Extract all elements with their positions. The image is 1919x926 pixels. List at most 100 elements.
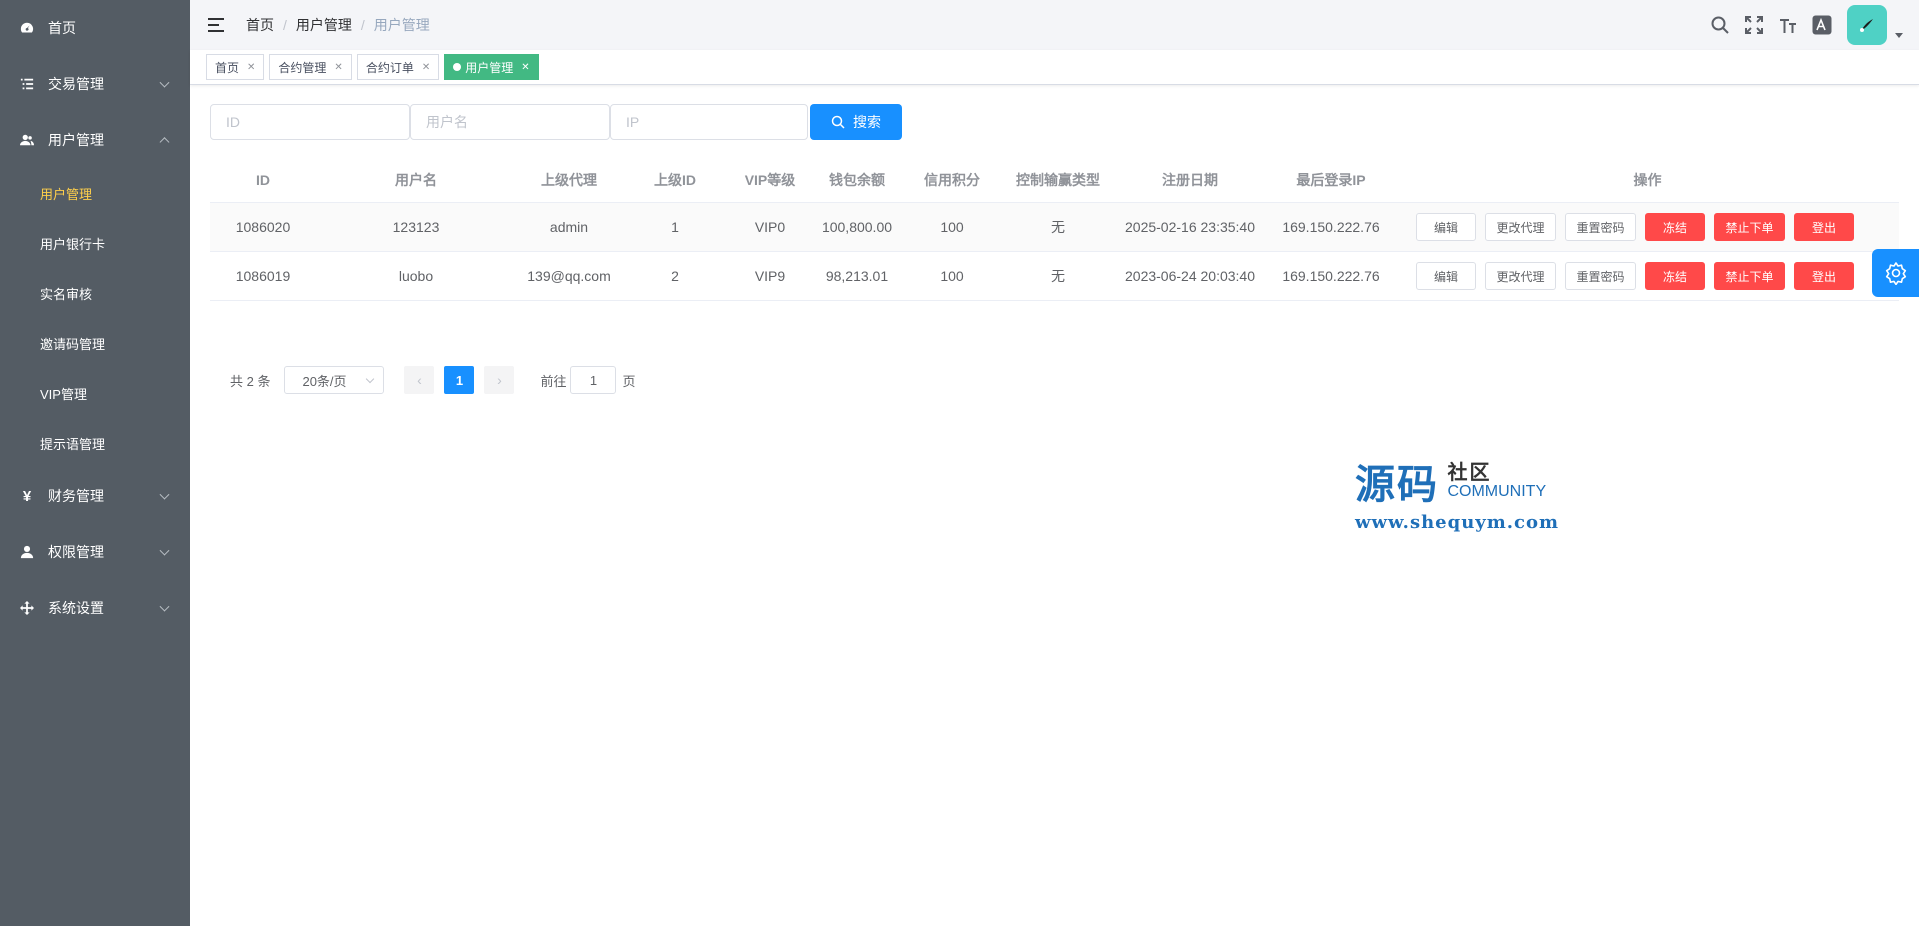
column-header[interactable]: 控制输赢类型: [1002, 170, 1114, 190]
sidebar-item-home[interactable]: 首页: [0, 0, 190, 56]
active-dot-icon: [453, 63, 462, 71]
column-header[interactable]: 用户名: [316, 170, 516, 190]
ip-input[interactable]: [610, 104, 808, 140]
breadcrumb-separator: /: [360, 17, 365, 33]
sidebar-item-label: 权限管理: [48, 544, 104, 560]
id-input[interactable]: [210, 104, 410, 140]
tag-label: 首页: [215, 60, 240, 75]
cell-credit: 100: [940, 219, 964, 235]
cell-control-type: 无: [1051, 219, 1065, 235]
cell-balance: 98,213.01: [825, 268, 889, 284]
translate-icon[interactable]: [1811, 14, 1833, 36]
cell-register-date: 2025-02-16 23:35:40: [1125, 219, 1255, 235]
goto-page-input[interactable]: [570, 366, 617, 394]
reset-password-button[interactable]: 重置密码: [1565, 262, 1636, 290]
cell-agent-id: 1: [671, 219, 679, 235]
column-header[interactable]: 钱包余额: [812, 170, 902, 190]
close-icon[interactable]: ✕: [334, 62, 342, 73]
cross-arrows-icon: [20, 601, 34, 615]
edit-button[interactable]: 编辑: [1416, 262, 1476, 290]
column-header[interactable]: 信用积分: [902, 170, 1002, 190]
next-page-button[interactable]: ›: [484, 366, 515, 394]
prev-page-button[interactable]: ‹: [404, 366, 435, 394]
ban-order-button[interactable]: 禁止下单: [1714, 213, 1785, 241]
logout-button[interactable]: 登出: [1794, 262, 1854, 290]
username-input[interactable]: [410, 104, 610, 140]
caret-down-icon[interactable]: [1895, 32, 1903, 38]
search-button-label: 搜索: [853, 114, 881, 130]
sidebar-item-trade[interactable]: 交易管理: [0, 56, 190, 112]
avatar[interactable]: [1847, 5, 1887, 45]
search-form: 搜索: [210, 104, 902, 140]
reset-password-button[interactable]: 重置密码: [1565, 213, 1636, 241]
sidebar-item-users[interactable]: 用户管理: [0, 112, 190, 168]
gear-icon: [1885, 262, 1906, 285]
breadcrumb-item[interactable]: 首页: [246, 15, 274, 35]
settings-button[interactable]: [1872, 249, 1919, 297]
page-size-value: 20条/页: [302, 373, 347, 389]
font-size-icon[interactable]: [1777, 14, 1799, 36]
fullscreen-icon[interactable]: [1743, 14, 1765, 36]
sidebar-item-label: 系统设置: [48, 600, 104, 616]
cell-actions: 编辑 更改代理 重置密码 冻结 禁止下单 登出: [1396, 213, 1899, 241]
column-header[interactable]: ID: [210, 172, 316, 188]
dashboard-icon: [20, 21, 34, 35]
freeze-button[interactable]: 冻结: [1645, 213, 1705, 241]
close-icon[interactable]: ✕: [422, 62, 430, 73]
tag-contract-orders[interactable]: 合约订单 ✕: [356, 54, 440, 80]
yen-icon: ¥: [22, 487, 32, 505]
tag-label: 合约管理: [278, 60, 327, 75]
edit-button[interactable]: 编辑: [1416, 213, 1476, 241]
tag-label: 合约订单: [365, 60, 414, 75]
logout-button[interactable]: 登出: [1794, 213, 1854, 241]
cell-control-type: 无: [1051, 268, 1065, 284]
change-agent-button[interactable]: 更改代理: [1485, 213, 1556, 241]
change-agent-button[interactable]: 更改代理: [1485, 262, 1556, 290]
watermark-english: COMMUNITY: [1447, 483, 1547, 500]
column-header[interactable]: 上级ID: [622, 170, 728, 190]
sidebar-subitem-bank-cards[interactable]: 用户银行卡: [0, 218, 190, 268]
freeze-button[interactable]: 冻结: [1645, 262, 1705, 290]
tag-user-management[interactable]: 用户管理 ✕: [444, 54, 539, 80]
user-icon: [20, 545, 34, 559]
tag-home[interactable]: 首页 ✕: [206, 54, 265, 80]
column-header[interactable]: VIP等级: [728, 170, 812, 190]
column-header[interactable]: 操作: [1396, 170, 1899, 190]
search-icon[interactable]: [1709, 14, 1731, 36]
column-header[interactable]: 最后登录IP: [1266, 170, 1396, 190]
close-icon[interactable]: ✕: [247, 62, 255, 73]
cell-vip: VIP0: [754, 219, 786, 235]
sidebar-item-label: 首页: [48, 20, 76, 36]
breadcrumb: 首页 / 用户管理 / 用户管理: [246, 15, 430, 35]
close-icon[interactable]: ✕: [521, 62, 529, 73]
sidebar-subitem-user-management[interactable]: 用户管理: [0, 168, 190, 218]
header-actions: [1697, 0, 1903, 50]
breadcrumb-item[interactable]: 用户管理: [296, 15, 352, 35]
sidebar-item-settings[interactable]: 系统设置: [0, 580, 190, 636]
column-header[interactable]: 上级代理: [516, 170, 622, 190]
sidebar-subitem-vip[interactable]: VIP管理: [0, 368, 190, 418]
page-number[interactable]: 1: [444, 366, 475, 394]
ban-order-button[interactable]: 禁止下单: [1714, 262, 1785, 290]
breadcrumb-separator: /: [283, 17, 287, 33]
column-header[interactable]: 注册日期: [1114, 170, 1266, 190]
table-row: 1086019 luobo 139@qq.com 2 VIP9 98,213.0…: [210, 252, 1899, 301]
sidebar-item-permissions[interactable]: 权限管理: [0, 524, 190, 580]
page-suffix: 页: [622, 373, 636, 389]
page-size-select[interactable]: 20条/页: [284, 366, 385, 394]
cell-agent-id: 2: [671, 268, 679, 284]
sidebar-subitem-invite-codes[interactable]: 邀请码管理: [0, 318, 190, 368]
sidebar-subitem-prompts[interactable]: 提示语管理: [0, 418, 190, 468]
tag-contract-management[interactable]: 合约管理 ✕: [269, 54, 352, 80]
chevron-down-icon: [159, 601, 170, 612]
tags-view: 首页 ✕ 合约管理 ✕ 合约订单 ✕ 用户管理 ✕: [190, 50, 1919, 85]
cell-agent: admin: [549, 219, 589, 235]
hamburger-icon[interactable]: [208, 18, 224, 32]
watermark-logo-text: 源码: [1355, 461, 1439, 508]
sidebar-item-label: 用户管理: [48, 132, 104, 148]
sidebar-subitem-kyc-review[interactable]: 实名审核: [0, 268, 190, 318]
goto-label: 前往: [540, 373, 567, 389]
search-button[interactable]: 搜索: [810, 104, 902, 140]
sidebar-item-finance[interactable]: ¥ 财务管理: [0, 468, 190, 524]
sidebar-item-label: 财务管理: [48, 488, 104, 504]
